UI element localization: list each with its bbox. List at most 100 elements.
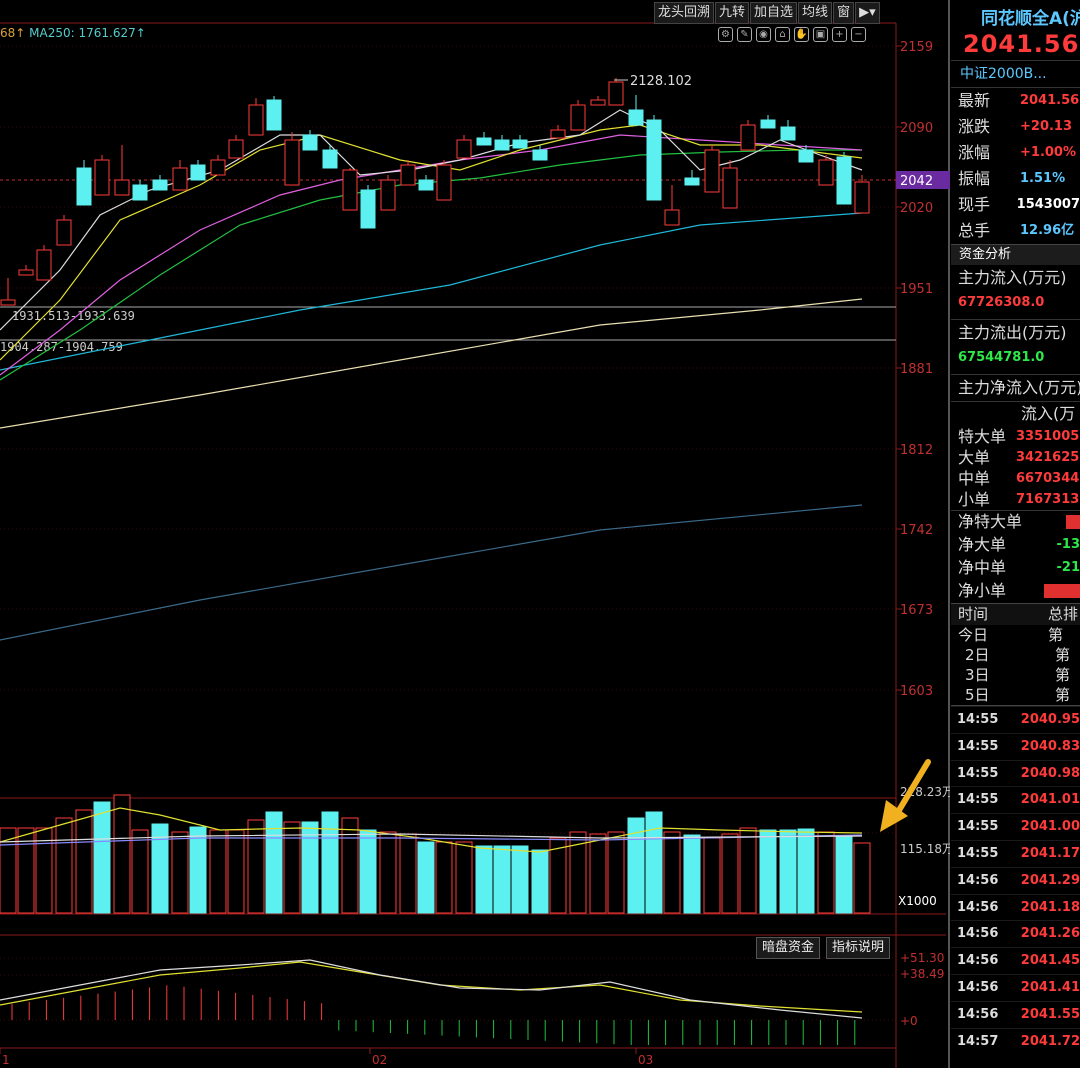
candle-body	[608, 81, 624, 106]
net-row: 净特大单	[951, 511, 1080, 534]
bag-icon[interactable]: ⌂	[775, 27, 790, 42]
tick-row: 14:55 2040.83	[951, 732, 1080, 760]
main-net-label: 主力净流入(万元)	[951, 375, 1080, 402]
volume-bar	[853, 842, 871, 914]
volume-bar	[645, 811, 663, 914]
stat-label: 振幅	[958, 169, 991, 188]
tab-ma[interactable]: 均线	[798, 2, 833, 24]
candle-body	[628, 109, 644, 126]
volume-bar	[835, 836, 853, 914]
main-in-value: 67726308.0	[951, 291, 1080, 320]
main-out-value: 67544781.0	[951, 346, 1080, 375]
tick-time: 14:56	[957, 1006, 999, 1022]
volume-bar	[75, 809, 93, 914]
candle-body	[210, 159, 226, 176]
hist-label: 2日	[965, 646, 990, 664]
tick-time: 14:55	[957, 765, 999, 781]
candle-body	[590, 99, 606, 106]
eye-icon[interactable]: ◉	[756, 27, 771, 42]
zoom-in-icon[interactable]: +	[832, 27, 847, 42]
tab-dragon-review[interactable]: 龙头回溯	[654, 2, 715, 24]
tab-nine-turn[interactable]: 九转	[715, 2, 750, 24]
x-tick-label: 03	[638, 1053, 653, 1067]
tab-add-watch[interactable]: 加自选	[750, 2, 798, 24]
stat-value: 1543007	[1016, 197, 1080, 212]
tick-price: 2041.18	[1020, 899, 1080, 915]
chart-tools: ⚙ ✎ ◉ ⌂ ✋ ▣ + −	[718, 27, 866, 42]
stat-value: 1.51%	[1020, 171, 1066, 186]
indicator-explain-button[interactable]: 指标说明	[826, 937, 891, 959]
lock-icon[interactable]: ▣	[813, 27, 828, 42]
main-out-label: 主力流出(万元)	[958, 323, 1067, 342]
volume-bar	[131, 829, 149, 914]
tick-row: 14:55 2041.17	[951, 839, 1080, 867]
volume-bar	[93, 801, 111, 914]
order-label: 小单	[958, 490, 991, 509]
stats-list: 最新 2041.56 涨跌 +20.13 涨幅 +1.00% 振幅 1.51% 现手 154300…	[951, 88, 1080, 244]
tab-window[interactable]: 窗	[833, 2, 855, 24]
candle-body	[512, 139, 528, 149]
candle-body	[684, 177, 700, 186]
volume-bar	[359, 829, 377, 914]
order-value: 7167313	[1016, 492, 1080, 507]
menu-arrow-icon[interactable]: ▶▾	[855, 2, 880, 24]
tick-time: 14:55	[957, 792, 999, 808]
tick-row: 14:55 2040.98	[951, 759, 1080, 787]
volume-tick-label: 115.18万	[900, 842, 950, 856]
x-tick-label: 02	[372, 1053, 387, 1067]
candle-body	[818, 159, 834, 186]
tick-row: 14:55 2041.01	[951, 786, 1080, 813]
flow-header: 流入(万	[1021, 404, 1076, 423]
net-row: 净大单 -13	[951, 534, 1080, 557]
order-label: 中单	[958, 469, 991, 488]
hand-icon[interactable]: ✋	[794, 27, 809, 42]
candle-body	[418, 179, 434, 191]
candle-body	[132, 184, 148, 201]
volume-bar	[171, 831, 189, 914]
volume-bar	[189, 826, 207, 914]
ma-prev-value: 68↑	[0, 26, 26, 40]
stat-row: 最新 2041.56	[951, 88, 1080, 114]
candle-body	[436, 164, 452, 201]
candle-body	[836, 156, 852, 205]
zoom-out-icon[interactable]: −	[851, 27, 866, 42]
stat-row: 现手 1543007	[951, 192, 1080, 218]
candle-body	[342, 169, 358, 211]
volume-bar	[531, 849, 549, 914]
net-row: 净中单 -21	[951, 557, 1080, 580]
volume-bar	[113, 794, 131, 914]
candle-body	[360, 189, 376, 229]
candle-body	[56, 219, 72, 246]
order-row: 小单 7167313	[951, 489, 1080, 510]
indicator-tick-label: +0	[900, 1014, 918, 1028]
ma-legend: 68↑ MA250: 1761.627↑	[0, 26, 146, 40]
order-row: 中单 6670344	[951, 468, 1080, 489]
stat-label: 涨幅	[958, 143, 991, 162]
tick-row: 14:56 2041.26	[951, 920, 1080, 947]
candle-body	[248, 104, 264, 136]
gear-icon[interactable]: ⚙	[718, 27, 733, 42]
tick-time: 14:55	[957, 712, 999, 727]
candle-body	[76, 167, 92, 206]
range1-label: 1931.513-1933.639	[12, 309, 135, 323]
volume-bar	[341, 817, 359, 914]
order-row: 大单 3421625	[951, 447, 1080, 468]
pen-icon[interactable]: ✎	[737, 27, 752, 42]
stat-row: 涨幅 +1.00%	[951, 140, 1080, 166]
y-tick-label: 2159	[900, 40, 933, 55]
panel-index-link[interactable]: 中证2000B...	[951, 60, 1080, 88]
tick-row: 14:57 2041.72	[951, 1027, 1080, 1055]
panel-title: 同花顺全A(沪	[981, 9, 1080, 29]
indicator-tick-label: +51.30	[900, 951, 944, 965]
y-tick-label: 1673	[900, 603, 933, 618]
tick-row: 14:55 2041.00	[951, 813, 1080, 840]
order-label: 大单	[958, 448, 991, 467]
order-value: 3351005	[1016, 429, 1080, 444]
candle-body	[94, 159, 110, 196]
dark-pool-button[interactable]: 暗盘资金	[756, 937, 821, 959]
fund-section-header[interactable]: 资金分析	[951, 244, 1080, 265]
stat-label: 现手	[958, 195, 991, 214]
kline-chart[interactable]: 2159 2090 2042 2020 1951 1881 1812 1742 1673 1603…	[0, 0, 950, 1068]
volume-bar	[779, 829, 797, 914]
net-label: 净小单	[958, 581, 1007, 600]
